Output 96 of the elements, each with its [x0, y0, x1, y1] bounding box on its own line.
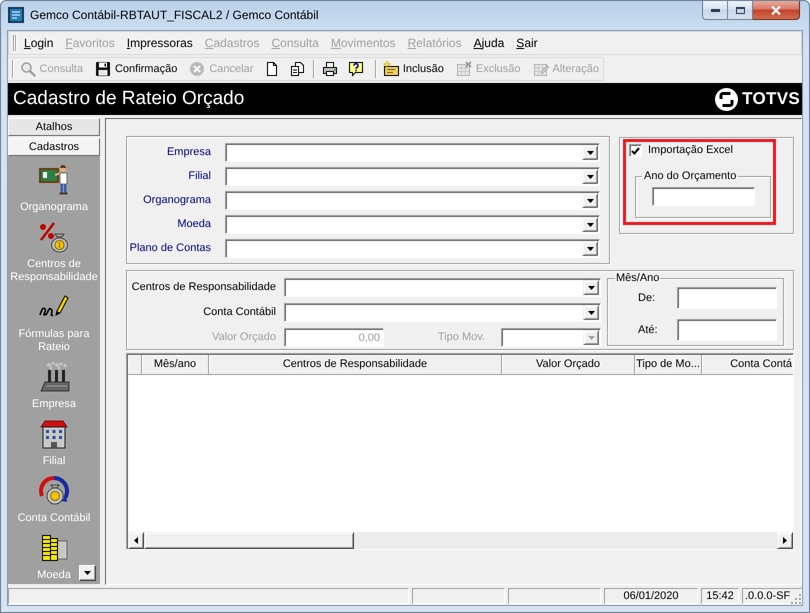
column-header: Valor Orçado	[502, 355, 635, 375]
field-label: Conta Contábil	[202, 306, 276, 319]
card-sparkle-icon	[382, 61, 399, 77]
menu-item[interactable]: Ajuda	[468, 34, 510, 52]
field-label: De:	[638, 292, 656, 304]
group-title: Mês/Ano	[615, 272, 660, 285]
caret-right-icon	[783, 537, 787, 544]
field-label: Centros de Responsabilidade	[130, 281, 276, 294]
dropdown-button[interactable]	[582, 193, 598, 208]
caret-down-icon	[586, 150, 594, 154]
shortcut-button[interactable]: Organograma	[8, 164, 100, 214]
caret-left-icon	[134, 537, 138, 544]
field-label: Filial	[187, 170, 211, 183]
dropdown-button[interactable]	[582, 145, 598, 160]
sidebar-tab[interactable]: Cadastros	[8, 138, 100, 156]
toolbar-button[interactable]: Confirmação	[90, 58, 182, 80]
status-panel: 06/01/2020	[604, 588, 698, 604]
search-icon	[20, 61, 36, 77]
app-icon	[8, 7, 24, 23]
scroll-right-button[interactable]	[777, 532, 793, 549]
page-title: Cadastro de Rateio Orçado	[13, 88, 244, 110]
input-field[interactable]	[652, 187, 755, 206]
caret-down-icon	[588, 286, 594, 290]
minimize-button[interactable]	[702, 1, 728, 20]
dropdown-field[interactable]	[225, 215, 600, 234]
shortcut-button[interactable]: Fórmulas para Rateio	[8, 291, 100, 354]
dropdown-button[interactable]	[582, 169, 598, 184]
logo-text: TOTVS	[742, 89, 800, 109]
dropdown-button[interactable]	[582, 217, 598, 232]
menu-item[interactable]: Sair	[510, 34, 544, 52]
input-field[interactable]	[677, 287, 777, 309]
dropdown-field[interactable]	[284, 278, 601, 297]
presenter-board-icon	[38, 164, 70, 196]
field-label: Até:	[638, 324, 659, 336]
field-label: Plano de Contas	[129, 242, 211, 255]
dropdown-field[interactable]	[225, 191, 600, 210]
status-panel: 15:42	[701, 588, 739, 604]
menu-item[interactable]: Impressoras	[120, 34, 199, 52]
dropdown-field[interactable]	[225, 239, 600, 258]
column-header: Conta Contá	[702, 355, 793, 375]
field-label: Moeda	[176, 218, 211, 231]
shortcut-button[interactable]: Centros de Responsabilidade	[8, 221, 100, 284]
percent-money-bag-icon	[38, 221, 70, 253]
table-pencil-icon	[532, 61, 548, 77]
dropdown-field[interactable]	[225, 143, 600, 162]
checkmark-icon	[631, 146, 640, 154]
horizontal-scrollbar[interactable]	[128, 532, 793, 549]
caret-down-icon	[586, 246, 594, 250]
checkbox[interactable]	[629, 144, 642, 157]
sidebar-tab[interactable]: Atalhos	[8, 118, 100, 136]
dropdown-button[interactable]	[583, 280, 599, 295]
help-icon	[348, 61, 364, 77]
printer-icon	[322, 61, 338, 77]
field-label: Tipo Mov.	[438, 331, 485, 344]
dropdown-button[interactable]	[583, 305, 599, 320]
toolbar-button[interactable]: Inclusão	[378, 58, 448, 80]
building-icon	[38, 418, 70, 450]
resize-grip-icon	[791, 594, 802, 605]
maximize-icon	[736, 6, 744, 14]
factory-icon	[38, 361, 70, 393]
shortcut-button[interactable]: Conta Contábil	[8, 475, 100, 525]
column-header: Tipo de Mo...	[635, 355, 702, 375]
caret-down-icon	[586, 222, 594, 226]
shortcut-button[interactable]: Empresa	[8, 361, 100, 411]
dropdown-button[interactable]	[582, 241, 598, 256]
documents-icon	[290, 61, 306, 77]
table-cross-icon	[456, 61, 472, 77]
close-icon	[771, 6, 781, 14]
dropdown-field[interactable]	[284, 303, 601, 322]
cancel-icon	[189, 61, 206, 77]
logo-icon	[715, 88, 738, 110]
column-header: Centros de Responsabilidade	[209, 355, 502, 375]
scroll-down-button[interactable]	[79, 565, 96, 581]
field-label: Valor Orçado	[211, 331, 276, 344]
scroll-left-button[interactable]	[128, 532, 144, 549]
field-label: Empresa	[166, 146, 211, 159]
caret-down-icon	[588, 310, 594, 314]
input-field[interactable]	[677, 319, 777, 341]
menu-item[interactable]: Login	[18, 34, 60, 52]
shortcut-button[interactable]: Filial	[8, 418, 100, 468]
caret-down-icon	[84, 571, 91, 575]
maximize-button[interactable]	[728, 1, 753, 20]
scrollbar-thumb[interactable]	[144, 532, 354, 549]
window-title: Gemco Contábil-RBTAUT_FISCAL2 / Gemco Contábil	[30, 7, 319, 23]
field-label: Organograma	[142, 194, 211, 207]
checkbox-label: Importação Excel	[648, 144, 733, 157]
minimize-icon	[710, 8, 720, 12]
close-button[interactable]	[753, 1, 800, 20]
caret-down-icon	[586, 198, 594, 202]
group-title: Ano do Orçamento	[643, 170, 738, 183]
dropdown-field[interactable]	[225, 167, 600, 186]
column-header: Mês/ano	[142, 355, 209, 375]
money-bag-arrows-icon	[38, 475, 70, 507]
caret-down-icon	[588, 336, 594, 340]
status-panel: .0.0.0-SF	[742, 588, 802, 604]
caret-down-icon	[586, 174, 594, 178]
